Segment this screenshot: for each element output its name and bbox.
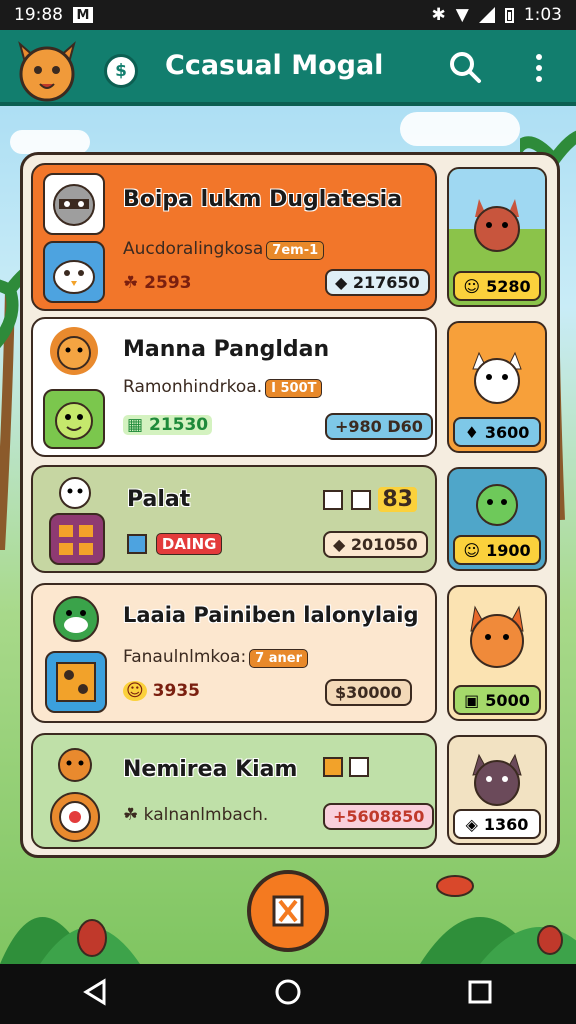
game-title: Laaia Painiben lalonylaig [123,603,419,627]
game-cost[interactable]: $30000 [325,679,412,706]
box-icon: ▣ [464,690,480,710]
pattern-icon [350,490,371,510]
wifi-icon: ▼ [455,5,469,25]
pattern-icon [348,757,369,777]
game-score: ☘ 2593 [123,273,192,293]
game-thumb-1[interactable]: ☺ 5280 [447,167,547,307]
battery-icon [504,7,514,23]
thumb-badge: ◈ 1360 [453,809,541,839]
smile-coin-icon: ☺ [463,276,481,296]
grid-icon [323,757,343,777]
game-subtitle: Fanaulnlmkoa: 7 aner [123,647,308,668]
game-title: Nemirea Kiam [123,757,298,782]
more-vert-icon[interactable] [528,50,550,86]
coin-icon[interactable]: $ [104,54,138,88]
bush-bottom-left [0,917,140,964]
cloud [10,130,90,154]
lizard-avatar-icon [47,589,105,645]
status-bar: 19:88 M ✱ ▼ 1:03 [0,0,576,30]
thumb-badge: ☺ 5280 [453,271,541,301]
game-subtitle: ☘ kalnanlmbach. [123,805,269,825]
game-cost[interactable]: ◆ 201050 [323,531,428,558]
dog-avatar-icon [47,741,103,785]
wolf-thumb-icon [472,753,522,806]
grid-icon [323,490,343,510]
system-nav-bar [0,964,576,1024]
game-card-1[interactable]: Boipa lukm Duglatesia Aucdoralingkosa 7em… [31,163,437,311]
back-icon[interactable] [82,978,110,1010]
battery-text: 1:03 [523,5,562,25]
bluetooth-icon: ✱ [431,5,446,25]
coin-face-icon: ☺ [123,681,147,701]
game-title: Palat [127,487,191,512]
cat-thumb-icon [472,351,522,404]
app-title: Ccasual Mogal [165,50,384,81]
home-icon[interactable] [274,978,302,1010]
frog-game-icon [43,389,105,449]
bookmark-play-icon [272,895,304,927]
game-thumb-2[interactable]: ♦ 3600 [447,321,547,453]
game-subtitle: Ramonhindrkoa. I 500T [123,377,323,398]
target-game-icon [47,789,103,845]
game-score: ☺ 3935 [123,681,200,701]
game-title: Manna Pangldan [123,337,330,362]
game-icons [323,757,369,777]
game-thumb-4[interactable]: ▣ 5000 [447,585,547,721]
game-subtitle: Aucdoralingkosa 7em-1 [123,239,325,260]
paw-icon: ☘ [123,273,139,293]
board-game-icon [45,651,107,713]
thumb-badge: ☺ 1900 [453,535,541,565]
cat-avatar-icon [51,471,99,511]
mail-icon: M [73,7,93,23]
calculator-icon: ▦ [127,415,144,435]
game-tag: I 500T [265,379,323,398]
fox-thumb-icon [449,169,545,252]
game-tag: 7em-1 [266,241,325,260]
game-cost[interactable]: +980 D60 [325,413,433,440]
bird-game-icon [43,241,105,303]
game-list-panel: Boipa lukm Duglatesia Aucdoralingkosa 7em… [20,152,560,858]
game-card-2[interactable]: Manna Pangldan Ramonhindrkoa. I 500T ▦ 21… [31,317,437,457]
recents-icon[interactable] [466,978,494,1010]
cloud [400,112,520,146]
gem-icon: ♦ [464,422,479,442]
cat-logo-icon [18,41,76,102]
game-tag: 7 aner [249,649,308,668]
alien-thumb-icon [476,484,518,526]
puzzle-game-icon [49,513,105,565]
bush-bottom-right [420,875,576,964]
cube-icon: ◈ [465,814,478,834]
thumb-badge: ▣ 5000 [453,685,541,715]
paw-icon: ☘ [123,805,139,825]
thumb-badge: ♦ 3600 [453,417,541,447]
game-cost[interactable]: +5608850 [323,803,435,830]
game-extra: 83 [323,487,417,512]
bookmark-play-button[interactable] [247,870,329,952]
search-icon[interactable] [448,50,482,84]
lion-avatar-icon [43,323,105,379]
game-thumb-3[interactable]: ☺ 1900 [447,467,547,571]
game-cost[interactable]: ◆ 217650 [325,269,430,296]
signal-icon [478,7,495,23]
game-tag: DAING [127,533,223,555]
game-card-5[interactable]: Nemirea Kiam ☘ kalnanlmbach. +5608850 [31,733,437,849]
smile-coin-icon: ☺ [463,540,481,560]
raccoon-avatar-icon [43,173,105,235]
game-title: Boipa lukm Duglatesia [123,187,403,212]
check-icon [127,534,147,554]
game-card-4[interactable]: Laaia Painiben lalonylaig Fanaulnlmkoa: 7… [31,583,437,723]
game-thumb-5[interactable]: ◈ 1360 [447,735,547,845]
app-bar: $ Ccasual Mogal [0,30,576,106]
game-card-3[interactable]: Palat 83 DAING ◆ 201050 [31,465,437,573]
fox-thumb-icon [470,605,524,668]
status-time: 19:88 [14,5,63,25]
game-score: ▦ 21530 [123,415,213,435]
